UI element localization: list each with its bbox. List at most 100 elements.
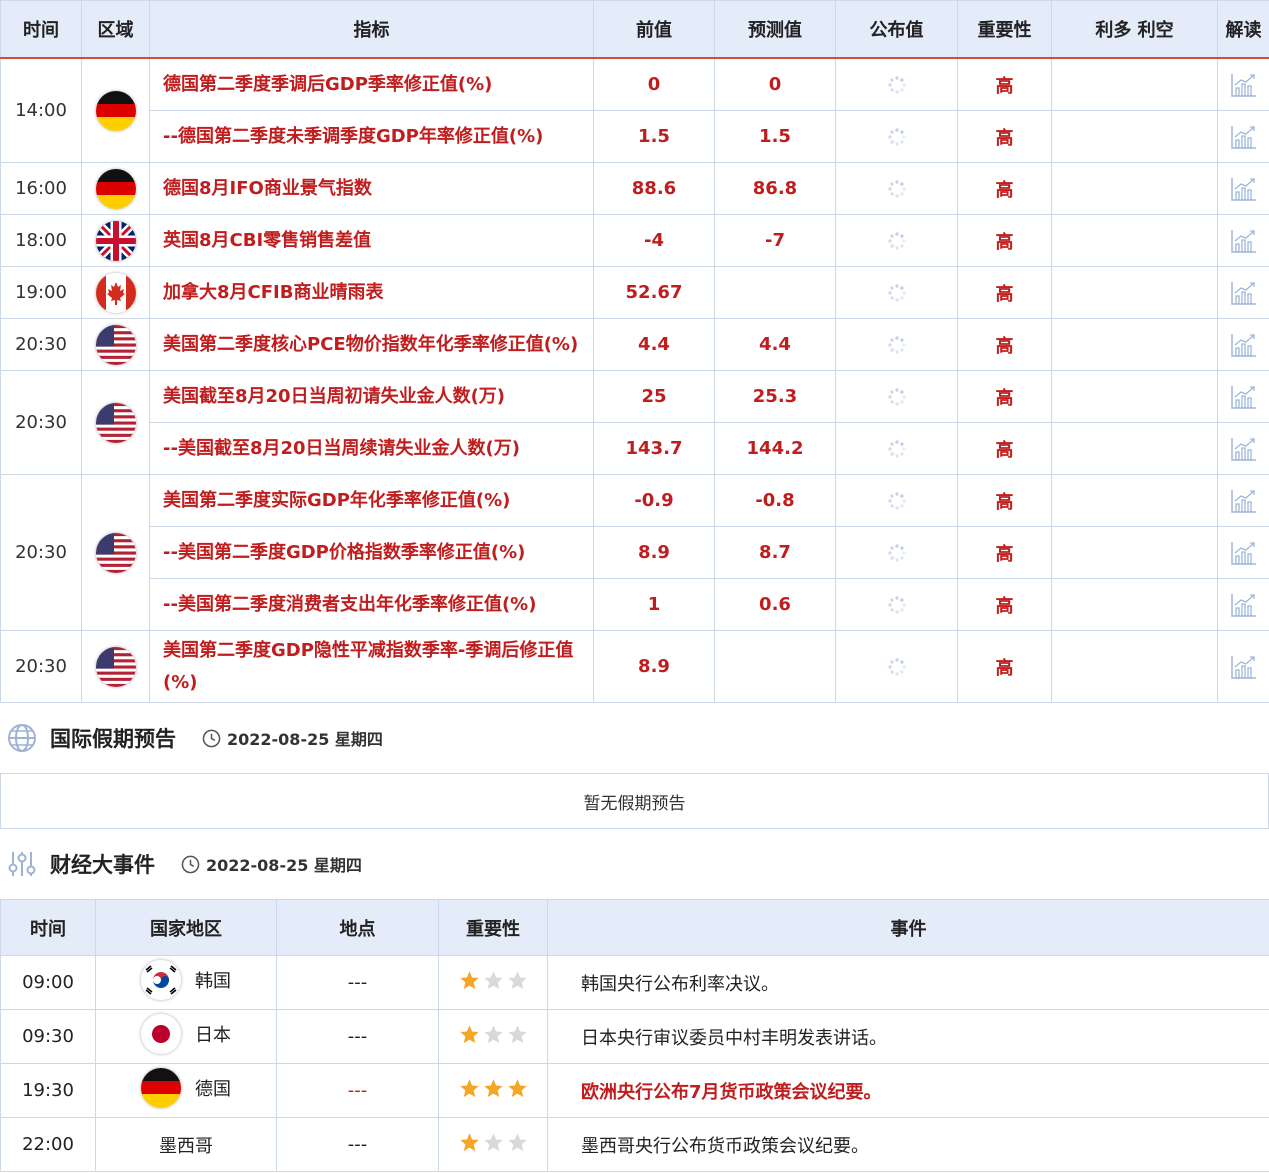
events-title: 财经大事件 bbox=[50, 853, 155, 877]
chart-analysis-icon[interactable] bbox=[1230, 489, 1258, 513]
chart-analysis-icon[interactable] bbox=[1230, 593, 1258, 617]
chart-analysis-icon[interactable] bbox=[1230, 73, 1258, 97]
calendar-row: 20:30 美国第二季度核心PCE物价指数年化季率修正值(%) 4.4 4.4 高 bbox=[0, 318, 1269, 371]
row-previous: 1.5 bbox=[593, 110, 715, 163]
row-importance: 高 bbox=[957, 214, 1052, 267]
row-importance: 高 bbox=[957, 422, 1052, 475]
row-bull-bear bbox=[1051, 162, 1218, 215]
row-actual bbox=[835, 422, 958, 475]
row-actual bbox=[835, 162, 958, 215]
row-forecast: 0.6 bbox=[714, 578, 836, 631]
event-importance bbox=[438, 1063, 548, 1118]
holiday-date: 2022-08-25 星期四 bbox=[202, 726, 383, 750]
financial-events-table: 时间 国家地区 地点 重要性 事件 09:00 韩国 --- 韩国央行公布利率决议。 0… bbox=[0, 899, 1269, 1172]
row-previous: 4.4 bbox=[593, 318, 715, 371]
row-previous: 8.9 bbox=[593, 526, 715, 579]
col-previous: 前值 bbox=[593, 0, 715, 59]
loading-icon bbox=[887, 438, 907, 459]
row-importance: 高 bbox=[957, 162, 1052, 215]
row-forecast bbox=[714, 630, 836, 703]
row-interpret[interactable] bbox=[1217, 474, 1269, 527]
event-row: 09:00 韩国 --- 韩国央行公布利率决议。 bbox=[0, 955, 1269, 1010]
row-bull-bear bbox=[1051, 578, 1218, 631]
calendar-row: --美国截至8月20日当周续请失业金人数(万) 143.7 144.2 高 bbox=[1, 422, 1269, 475]
row-interpret[interactable] bbox=[1217, 110, 1269, 163]
row-importance: 高 bbox=[957, 318, 1052, 371]
calendar-row: 20:30 美国第二季度实际GDP年化季率修正值(%) -0.9 -0.8 高 bbox=[0, 474, 1269, 631]
row-interpret[interactable] bbox=[1217, 630, 1269, 703]
holiday-section-header: 国际假期预告 2022-08-25 星期四 bbox=[0, 703, 1269, 773]
chart-analysis-icon[interactable] bbox=[1230, 541, 1258, 565]
row-interpret[interactable] bbox=[1217, 214, 1269, 267]
row-indicator-link[interactable]: 德国第二季度季调后GDP季率修正值(%) bbox=[149, 57, 594, 111]
calendar-row: --德国第二季度未季调季度GDP年率修正值(%) 1.5 1.5 高 bbox=[1, 110, 1269, 163]
row-interpret[interactable] bbox=[1217, 526, 1269, 579]
chart-analysis-icon[interactable] bbox=[1230, 229, 1258, 253]
row-bull-bear bbox=[1051, 474, 1218, 527]
usa-flag-icon bbox=[95, 532, 136, 573]
chart-analysis-icon[interactable] bbox=[1230, 655, 1258, 679]
star-empty-icon bbox=[507, 1132, 527, 1151]
clock-icon bbox=[202, 729, 221, 747]
canada-flag-icon bbox=[95, 272, 136, 313]
event-importance bbox=[438, 955, 548, 1010]
japan-flag-icon bbox=[141, 1014, 181, 1054]
star-filled-icon bbox=[459, 970, 479, 989]
korea-flag-icon bbox=[141, 960, 181, 1000]
row-region bbox=[81, 162, 150, 215]
row-indicator-link[interactable]: 德国8月IFO商业景气指数 bbox=[149, 162, 594, 215]
holiday-empty-message: 暂无假期预告 bbox=[0, 773, 1269, 829]
row-interpret[interactable] bbox=[1217, 578, 1269, 631]
row-indicator-link[interactable]: 美国第二季度实际GDP年化季率修正值(%) bbox=[149, 474, 594, 527]
event-time: 09:00 bbox=[0, 955, 96, 1010]
event-country: 墨西哥 bbox=[95, 1117, 277, 1172]
row-actual bbox=[835, 630, 958, 703]
events-section-header: 财经大事件 2022-08-25 星期四 bbox=[0, 829, 1269, 899]
chart-analysis-icon[interactable] bbox=[1230, 177, 1258, 201]
row-indicator-link[interactable]: 英国8月CBI零售销售差值 bbox=[149, 214, 594, 267]
row-indicator-link[interactable]: 美国第二季度GDP隐性平减指数季率-季调后修正值(%) bbox=[149, 630, 594, 703]
row-indicator-link[interactable]: --美国第二季度消费者支出年化季率修正值(%) bbox=[149, 578, 594, 631]
loading-icon bbox=[887, 334, 907, 355]
event-place: --- bbox=[276, 1009, 439, 1064]
col-interpret: 解读 bbox=[1217, 0, 1269, 59]
event-row: 22:00 墨西哥 --- 墨西哥央行公布货币政策会议纪要。 bbox=[0, 1117, 1269, 1172]
usa-flag-icon bbox=[95, 646, 136, 687]
event-description: 欧洲央行公布7月货币政策会议纪要。 bbox=[547, 1063, 1269, 1118]
chart-analysis-icon[interactable] bbox=[1230, 125, 1258, 149]
holiday-title: 国际假期预告 bbox=[50, 727, 176, 751]
calendar-row: --美国第二季度GDP价格指数季率修正值(%) 8.9 8.7 高 bbox=[1, 526, 1269, 579]
row-indicator-link[interactable]: --美国第二季度GDP价格指数季率修正值(%) bbox=[149, 526, 594, 579]
row-bull-bear bbox=[1051, 57, 1218, 111]
row-indicator-link[interactable]: 美国截至8月20日当周初请失业金人数(万) bbox=[149, 370, 594, 423]
economic-calendar-table: 时间 区域 指标 前值 预测值 公布值 重要性 利多 利空 解读 14:00 德国… bbox=[0, 0, 1269, 703]
event-country-name: 墨西哥 bbox=[159, 1135, 213, 1157]
chart-analysis-icon[interactable] bbox=[1230, 437, 1258, 461]
chart-analysis-icon[interactable] bbox=[1230, 385, 1258, 409]
row-interpret[interactable] bbox=[1217, 370, 1269, 423]
row-forecast: 4.4 bbox=[714, 318, 836, 371]
row-actual bbox=[835, 578, 958, 631]
row-indicator-link[interactable]: --德国第二季度未季调季度GDP年率修正值(%) bbox=[149, 110, 594, 163]
chart-analysis-icon[interactable] bbox=[1230, 333, 1258, 357]
loading-icon bbox=[887, 74, 907, 95]
row-indicator-link[interactable]: 加拿大8月CFIB商业晴雨表 bbox=[149, 266, 594, 319]
row-interpret[interactable] bbox=[1217, 57, 1269, 111]
row-interpret[interactable] bbox=[1217, 422, 1269, 475]
chart-analysis-icon[interactable] bbox=[1230, 281, 1258, 305]
row-indicator-link[interactable]: 美国第二季度核心PCE物价指数年化季率修正值(%) bbox=[149, 318, 594, 371]
loading-icon bbox=[887, 178, 907, 199]
event-time: 19:30 bbox=[0, 1063, 96, 1118]
row-forecast: 8.7 bbox=[714, 526, 836, 579]
row-indicator-link[interactable]: --美国截至8月20日当周续请失业金人数(万) bbox=[149, 422, 594, 475]
event-country-name: 日本 bbox=[195, 1025, 231, 1046]
row-interpret[interactable] bbox=[1217, 162, 1269, 215]
calendar-row: 19:00 加拿大8月CFIB商业晴雨表 52.67 高 bbox=[0, 266, 1269, 319]
row-interpret[interactable] bbox=[1217, 318, 1269, 371]
row-interpret[interactable] bbox=[1217, 266, 1269, 319]
row-forecast: 1.5 bbox=[714, 110, 836, 163]
loading-icon bbox=[887, 230, 907, 251]
globe-icon bbox=[8, 724, 36, 752]
row-actual bbox=[835, 110, 958, 163]
row-bull-bear bbox=[1051, 110, 1218, 163]
